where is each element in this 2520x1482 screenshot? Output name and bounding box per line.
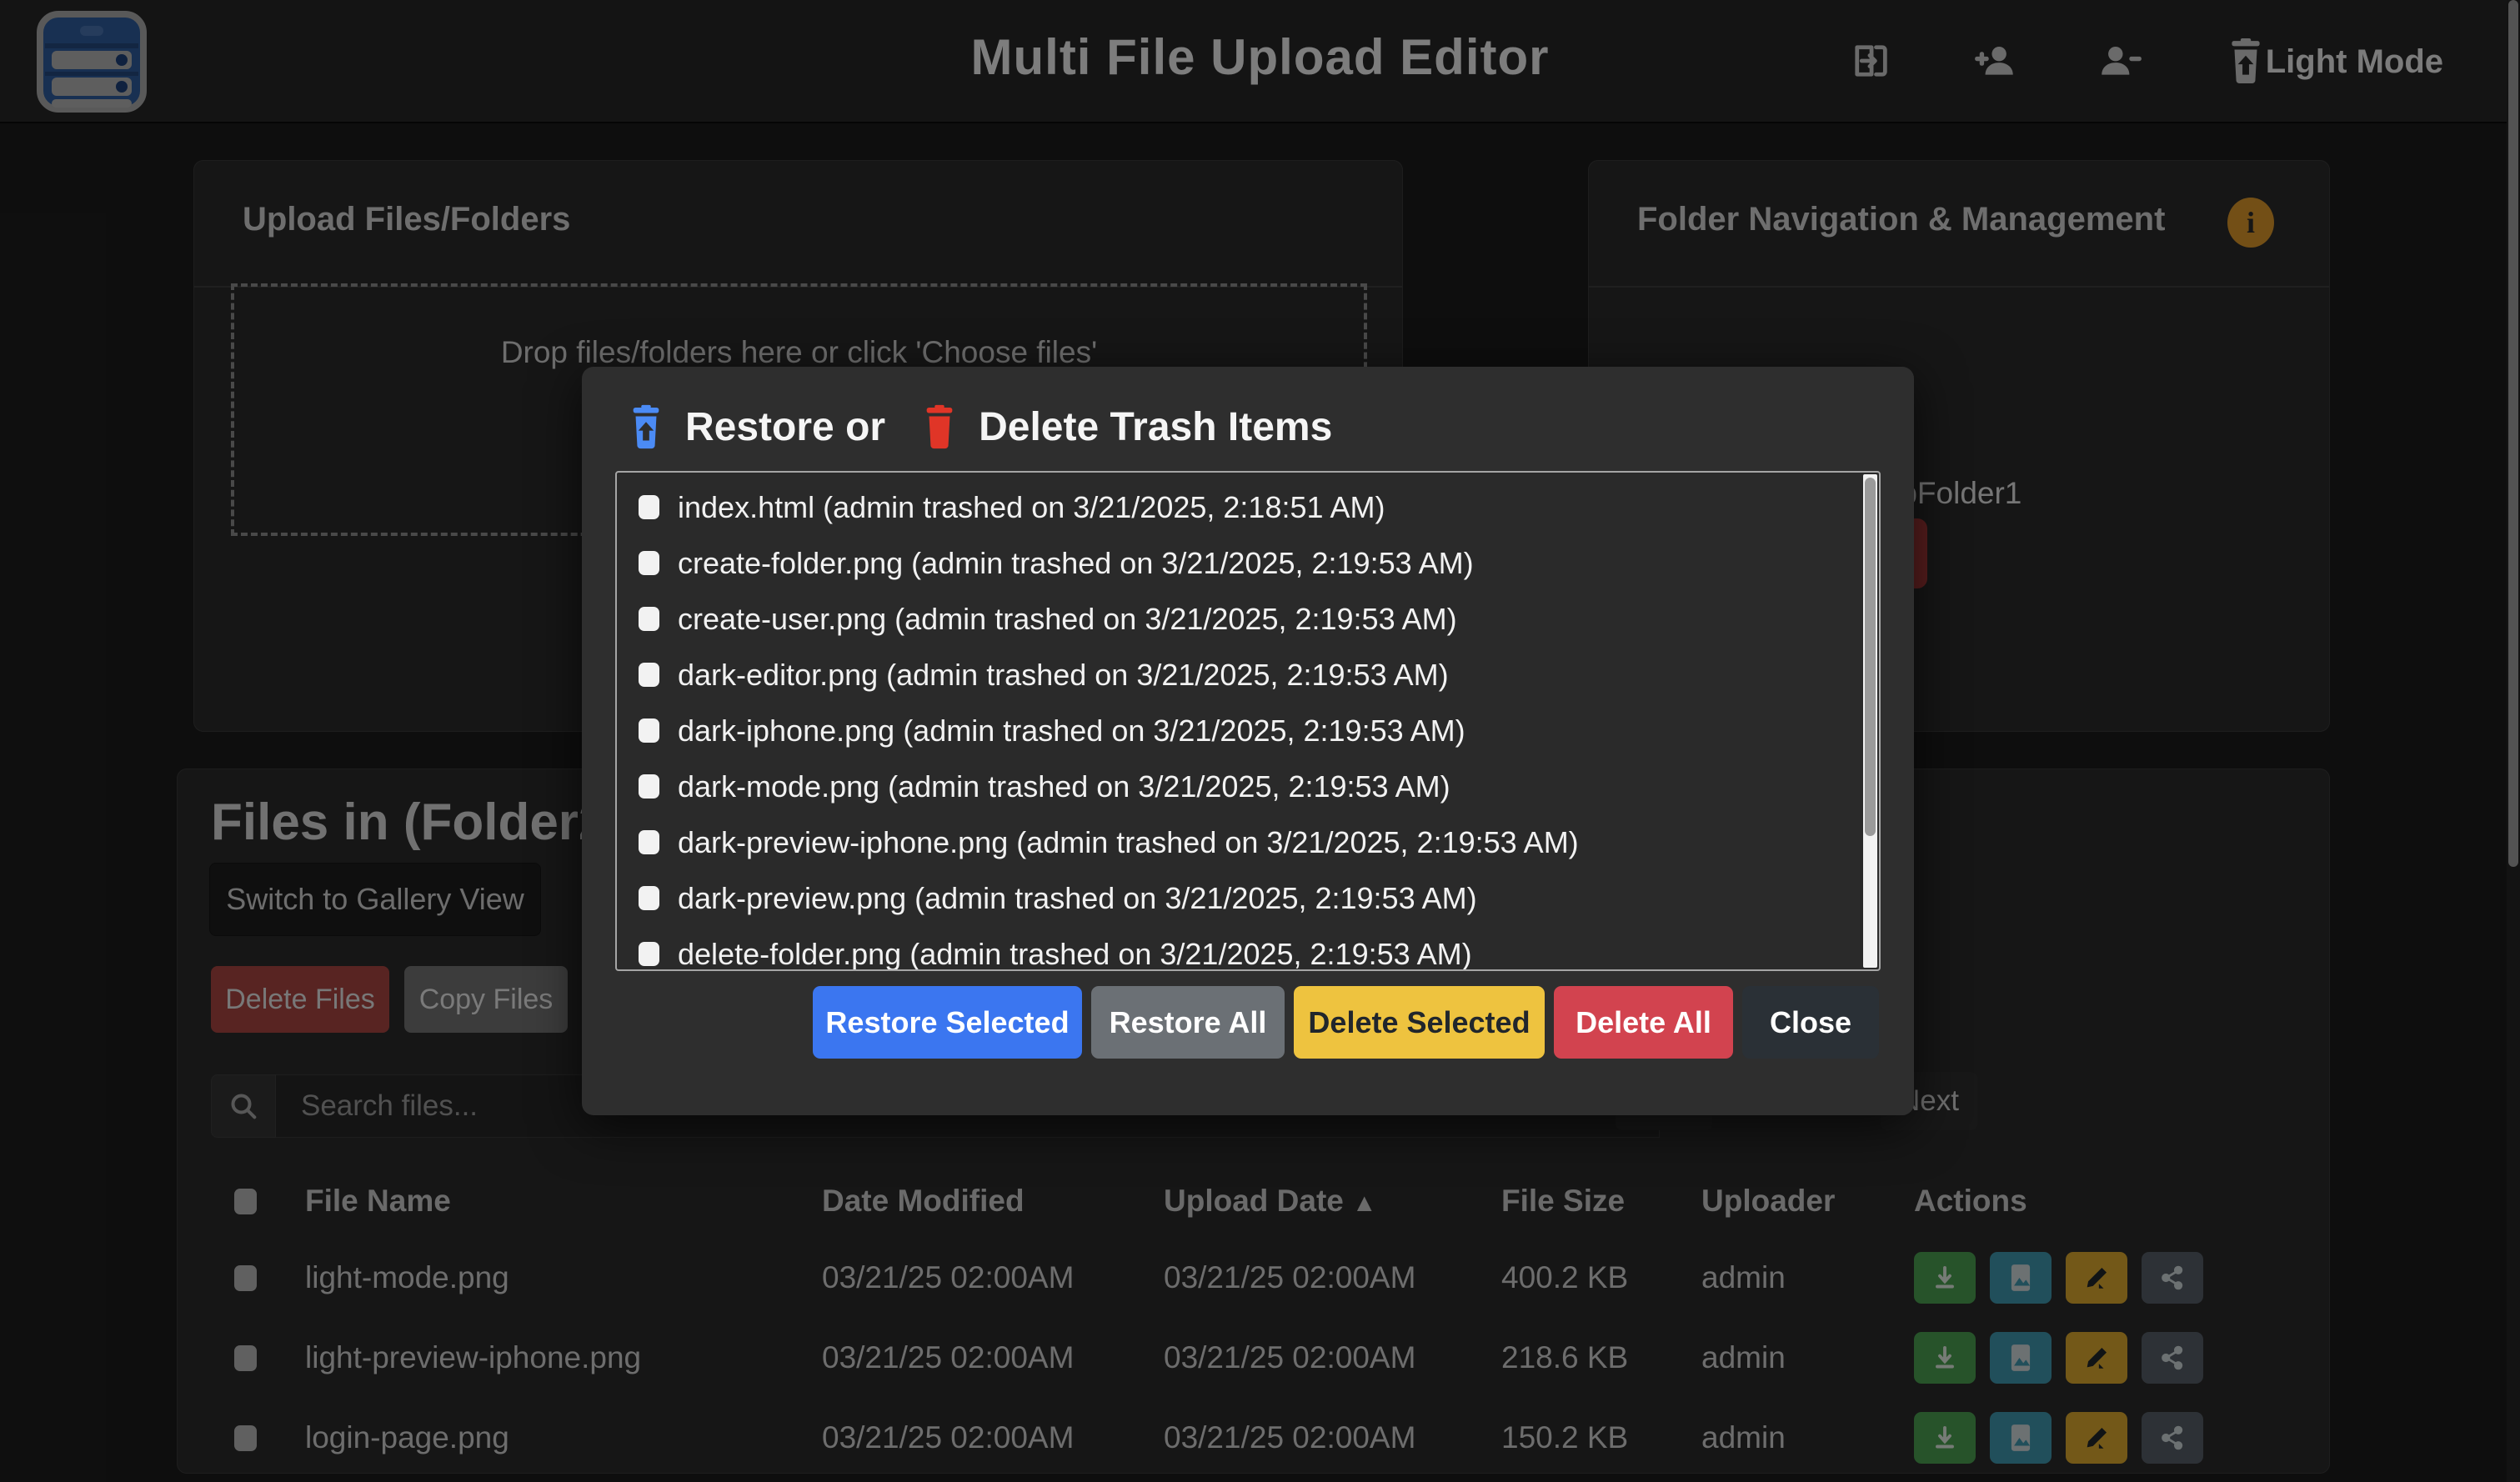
trash-item: create-folder.png (admin trashed on 3/21… — [617, 535, 1879, 591]
item-checkbox[interactable] — [639, 718, 659, 743]
item-checkbox[interactable] — [639, 551, 659, 575]
modal-button-row: Restore Selected Restore All Delete Sele… — [813, 986, 1879, 1059]
trash-item: dark-iphone.png (admin trashed on 3/21/2… — [617, 703, 1879, 759]
trash-item-label: dark-iphone.png (admin trashed on 3/21/2… — [678, 713, 1465, 749]
item-checkbox[interactable] — [639, 886, 659, 910]
delete-trash-icon — [920, 403, 959, 450]
trash-item-label: dark-mode.png (admin trashed on 3/21/202… — [678, 769, 1450, 804]
trash-item: index.html (admin trashed on 3/21/2025, … — [617, 479, 1879, 535]
modal-title-restore: Restore or — [685, 404, 885, 450]
list-scrollbar-thumb[interactable] — [1865, 478, 1876, 836]
delete-selected-button[interactable]: Delete Selected — [1294, 986, 1545, 1059]
trash-item: create-user.png (admin trashed on 3/21/2… — [617, 591, 1879, 647]
trash-item: dark-preview-iphone.png (admin trashed o… — [617, 814, 1879, 870]
trash-item: delete-folder.png (admin trashed on 3/21… — [617, 926, 1879, 971]
trash-item-label: index.html (admin trashed on 3/21/2025, … — [678, 490, 1385, 525]
item-checkbox[interactable] — [639, 495, 659, 519]
trash-item-label: dark-editor.png (admin trashed on 3/21/2… — [678, 658, 1449, 693]
trash-modal-title: Restore or Delete Trash Items — [627, 403, 1332, 450]
item-checkbox[interactable] — [639, 830, 659, 854]
trash-item: dark-editor.png (admin trashed on 3/21/2… — [617, 647, 1879, 703]
trash-items-list: index.html (admin trashed on 3/21/2025, … — [615, 471, 1881, 971]
restore-all-button[interactable]: Restore All — [1091, 986, 1285, 1059]
close-button[interactable]: Close — [1742, 986, 1879, 1059]
trash-item: dark-preview.png (admin trashed on 3/21/… — [617, 870, 1879, 926]
list-scrollbar[interactable] — [1863, 474, 1877, 968]
restore-trash-icon — [627, 403, 665, 450]
item-checkbox[interactable] — [639, 942, 659, 966]
trash-item: dark-mode.png (admin trashed on 3/21/202… — [617, 759, 1879, 814]
trash-item-label: dark-preview-iphone.png (admin trashed o… — [678, 825, 1579, 860]
item-checkbox[interactable] — [639, 663, 659, 687]
delete-all-button[interactable]: Delete All — [1554, 986, 1733, 1059]
item-checkbox[interactable] — [639, 774, 659, 799]
trash-item-label: dark-preview.png (admin trashed on 3/21/… — [678, 881, 1477, 916]
modal-title-delete: Delete Trash Items — [979, 404, 1332, 450]
restore-selected-button[interactable]: Restore Selected — [813, 986, 1082, 1059]
trash-item-label: create-user.png (admin trashed on 3/21/2… — [678, 602, 1457, 637]
trash-item-label: delete-folder.png (admin trashed on 3/21… — [678, 937, 1472, 972]
trash-modal: Restore or Delete Trash Items index.html… — [582, 367, 1914, 1115]
item-checkbox[interactable] — [639, 607, 659, 631]
trash-item-label: create-folder.png (admin trashed on 3/21… — [678, 546, 1474, 581]
